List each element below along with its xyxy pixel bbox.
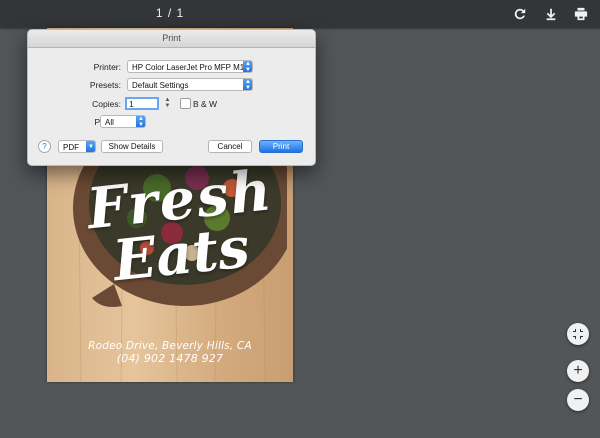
print-button[interactable]: Print	[259, 140, 303, 153]
presets-select[interactable]: Default Settings ▲ ▼	[127, 78, 253, 91]
bw-label: B & W	[193, 99, 218, 109]
page-indicator: 1 / 1	[155, 6, 185, 20]
copies-label: Copies:	[92, 99, 121, 109]
print-dialog: Print Printer: HP Color LaserJet Pro MFP…	[27, 29, 316, 166]
fit-to-page-icon	[573, 329, 583, 339]
zoom-in-button[interactable]: +	[567, 360, 589, 382]
printer-row: Printer: HP Color LaserJet Pro MFP M177f…	[28, 60, 315, 74]
download-icon[interactable]	[543, 6, 559, 22]
viewer-toolbar: 1 / 1	[0, 0, 600, 28]
copies-input[interactable]: 1	[125, 97, 159, 110]
poster-address: Rodeo Drive, Beverly Hills, CA	[88, 340, 252, 352]
help-button[interactable]: ?	[38, 140, 51, 153]
chevron-updown-icon: ▲ ▼	[136, 116, 145, 127]
copies-stepper[interactable]: ▲ ▼	[164, 97, 171, 110]
presets-value: Default Settings	[132, 81, 189, 90]
chevron-updown-icon: ▲ ▼	[243, 61, 252, 72]
bw-checkbox[interactable]	[180, 98, 191, 109]
fit-to-page-button[interactable]	[567, 323, 589, 345]
cancel-button[interactable]: Cancel	[208, 140, 252, 153]
chevron-down-icon: ▼	[86, 141, 95, 152]
show-details-button[interactable]: Show Details	[101, 140, 163, 153]
pdf-label: PDF	[63, 143, 79, 152]
poster-phone: (04) 902 1478 927	[116, 352, 224, 365]
presets-label: Presets:	[89, 80, 121, 90]
dialog-title: Print	[28, 30, 315, 48]
print-icon[interactable]	[573, 6, 589, 22]
pages-value: All	[105, 118, 114, 127]
printer-select[interactable]: HP Color LaserJet Pro MFP M177fw ▲ ▼	[127, 60, 253, 73]
copies-row: Copies: 1 ▲ ▼ B & W	[28, 97, 315, 111]
presets-row: Presets: Default Settings ▲ ▼	[28, 78, 315, 92]
chevron-updown-icon: ▲ ▼	[243, 79, 252, 90]
printer-label: Printer:	[93, 62, 121, 72]
pdf-menu-button[interactable]: PDF ▼	[58, 140, 96, 153]
rotate-icon[interactable]	[512, 6, 528, 22]
zoom-out-button[interactable]: −	[567, 389, 589, 411]
pages-row: Pages: All ▲▼	[28, 115, 315, 129]
printer-value: HP Color LaserJet Pro MFP M177fw	[132, 63, 253, 72]
pages-select[interactable]: All ▲ ▼	[100, 115, 146, 128]
